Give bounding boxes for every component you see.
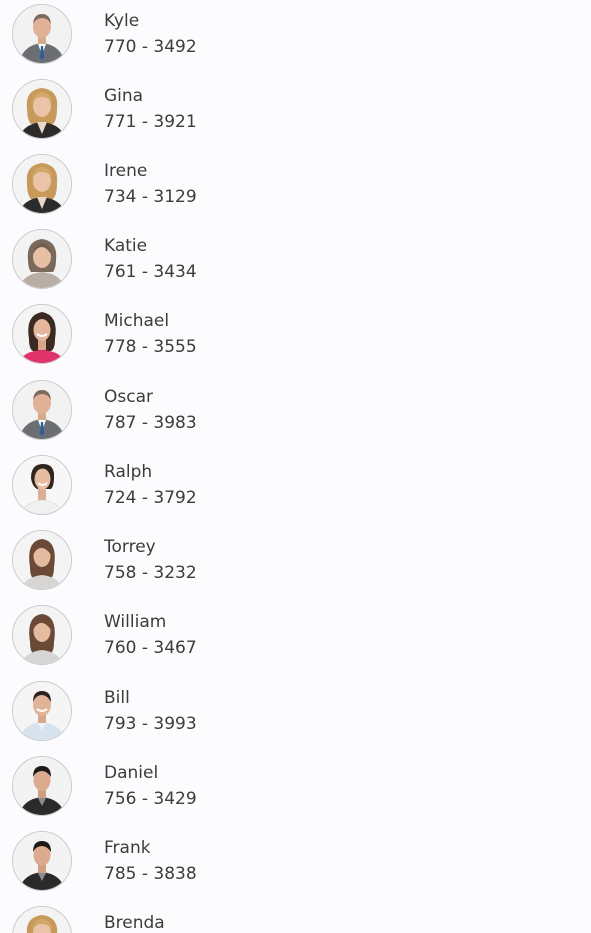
contact-phone: 778 - 3555	[104, 337, 197, 357]
contact-name: Michael	[104, 311, 170, 331]
avatar-man-dark-icon	[12, 831, 72, 891]
contact-name: William	[104, 612, 167, 632]
contact-list: Kyle 770 - 3492 Gina 771 - 3921 Irene 73…	[0, 0, 591, 933]
contact-phone: 760 - 3467	[104, 638, 197, 658]
contact-name: Gina	[104, 86, 144, 106]
contact-row[interactable]: Daniel 756 - 3429	[0, 752, 591, 827]
contact-name: Oscar	[104, 387, 153, 407]
contact-row[interactable]: Brenda	[0, 902, 591, 933]
avatar-woman-pink-icon	[12, 304, 72, 364]
contact-phone: 785 - 3838	[104, 864, 197, 884]
contact-row[interactable]: Katie 761 - 3434	[0, 225, 591, 300]
contact-name: Katie	[104, 236, 148, 256]
contact-phone: 787 - 3983	[104, 413, 197, 433]
contact-phone: 758 - 3232	[104, 563, 197, 583]
avatar-woman-white-icon	[12, 455, 72, 515]
contact-row[interactable]: Ralph 724 - 3792	[0, 451, 591, 526]
contact-row[interactable]: Kyle 770 - 3492	[0, 0, 591, 75]
contact-phone: 724 - 3792	[104, 488, 197, 508]
contact-name: Irene	[104, 161, 148, 181]
contact-phone: 770 - 3492	[104, 37, 197, 57]
contact-name: Daniel	[104, 763, 159, 783]
avatar-woman-blonde-icon	[12, 79, 72, 139]
avatar-man-suit-icon	[12, 380, 72, 440]
contact-name: Kyle	[104, 11, 140, 31]
contact-row[interactable]: Irene 734 - 3129	[0, 150, 591, 225]
contact-phone: 734 - 3129	[104, 187, 197, 207]
contact-row[interactable]: William 760 - 3467	[0, 601, 591, 676]
avatar-woman-brunette-icon	[12, 605, 72, 665]
contact-name: Ralph	[104, 462, 153, 482]
avatar-man-shirt-icon	[12, 681, 72, 741]
contact-name: Torrey	[104, 537, 156, 557]
avatar-woman-brunette-icon	[12, 530, 72, 590]
contact-name: Frank	[104, 838, 151, 858]
avatar-man-suit-icon	[12, 4, 72, 64]
contact-row[interactable]: Michael 778 - 3555	[0, 300, 591, 375]
contact-row[interactable]: Bill 793 - 3993	[0, 677, 591, 752]
contact-phone: 761 - 3434	[104, 262, 197, 282]
avatar-woman-blonde-icon	[12, 906, 72, 933]
contact-name: Brenda	[104, 913, 165, 933]
contact-row[interactable]: Frank 785 - 3838	[0, 827, 591, 902]
avatar-woman-gray-icon	[12, 229, 72, 289]
contact-row[interactable]: Oscar 787 - 3983	[0, 376, 591, 451]
contact-row[interactable]: Torrey 758 - 3232	[0, 526, 591, 601]
contact-phone: 771 - 3921	[104, 112, 197, 132]
contact-phone: 756 - 3429	[104, 789, 197, 809]
contact-name: Bill	[104, 688, 130, 708]
avatar-man-dark-icon	[12, 756, 72, 816]
avatar-woman-blonde-icon	[12, 154, 72, 214]
contact-phone: 793 - 3993	[104, 714, 197, 734]
contact-row[interactable]: Gina 771 - 3921	[0, 75, 591, 150]
